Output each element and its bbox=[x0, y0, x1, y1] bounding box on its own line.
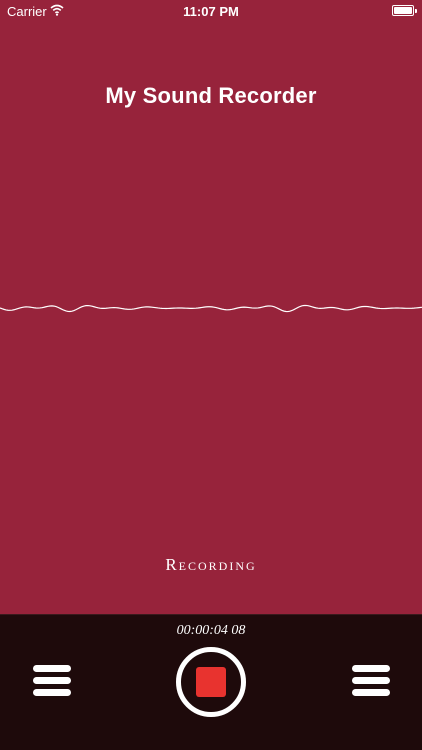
waveform bbox=[0, 304, 422, 313]
recorder-canvas: Carrier 11:07 PM My Sound Recorder Recor… bbox=[0, 0, 422, 614]
recording-status: Recording bbox=[165, 555, 257, 574]
app-title: My Sound Recorder bbox=[105, 83, 317, 108]
right-menu-button[interactable] bbox=[352, 665, 390, 697]
stop-button[interactable] bbox=[176, 647, 246, 717]
status-bar: Carrier 11:07 PM bbox=[0, 0, 422, 22]
menu-icon bbox=[33, 665, 71, 672]
left-menu-button[interactable] bbox=[33, 665, 71, 697]
menu-icon bbox=[352, 665, 390, 672]
stop-icon bbox=[196, 667, 226, 697]
clock-label: 11:07 PM bbox=[183, 4, 239, 19]
battery-icon bbox=[392, 5, 417, 16]
elapsed-timer: 00:00:04 08 bbox=[176, 623, 246, 638]
control-bar: 00:00:04 08 bbox=[0, 614, 422, 750]
recorder-screen: Carrier 11:07 PM My Sound Recorder Recor… bbox=[0, 0, 422, 750]
